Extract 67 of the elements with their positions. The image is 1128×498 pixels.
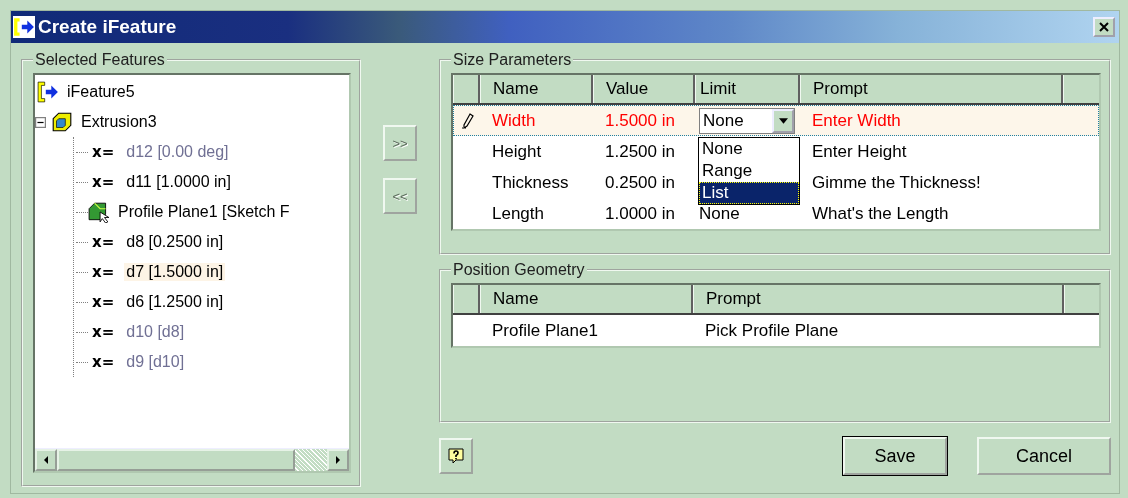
column-header[interactable]: Prompt: [693, 285, 1064, 313]
table-cell-text: 1.0000 in: [604, 202, 676, 225]
variable-icon: x=: [92, 143, 115, 161]
ifeature-icon: [13, 16, 35, 38]
column-header[interactable]: Prompt: [800, 75, 1063, 103]
left-arrow-icon: [42, 456, 50, 464]
scroll-thumb[interactable]: [57, 449, 295, 471]
column-header[interactable]: Value: [593, 75, 695, 103]
move-button[interactable]: <<: [383, 178, 417, 214]
close-icon: [1099, 22, 1109, 32]
dropdown-option[interactable]: List: [699, 182, 799, 204]
cancel-button[interactable]: Cancel: [977, 437, 1111, 475]
table-cell-text: Enter Height: [811, 140, 908, 163]
scroll-right-button[interactable]: [327, 449, 349, 471]
variable-icon: x=: [92, 293, 115, 311]
group-title: Position Geometry: [452, 261, 586, 279]
save-button[interactable]: Save: [843, 437, 947, 475]
tree-item[interactable]: d12 [0.00 deg]: [124, 143, 231, 161]
tree-item[interactable]: d10 [d8]: [124, 323, 187, 341]
help-icon: [448, 448, 464, 464]
table-cell-text: Height: [491, 140, 543, 163]
tree-item[interactable]: d8 [0.2500 in]: [124, 233, 226, 251]
move-button[interactable]: >>: [383, 125, 417, 161]
limit-dropdown[interactable]: None: [699, 107, 795, 134]
variable-icon: x=: [92, 323, 115, 341]
tree-item[interactable]: d6 [1.2500 in]: [124, 293, 226, 311]
horizontal-scrollbar[interactable]: [35, 448, 349, 471]
group-title: Size Parameters: [452, 51, 573, 69]
tree-item[interactable]: d11 [1.0000 in]: [124, 173, 233, 191]
table-cell-text: What's the Length: [811, 202, 950, 225]
cube-cursor-icon: [88, 201, 110, 223]
table-cell-text: Pick Profile Plane: [704, 319, 840, 342]
table-cell-text: 1.5000 in: [604, 109, 676, 132]
column-header[interactable]: Name: [480, 285, 693, 313]
dropdown-option[interactable]: None: [699, 138, 799, 160]
table-cell-text: Length: [491, 202, 545, 225]
tree-item[interactable]: d7 [1.5000 in]: [124, 263, 226, 281]
tree-item[interactable]: Profile Plane1 [Sketch F: [116, 203, 292, 221]
tree-item[interactable]: Extrusion3: [79, 113, 159, 131]
group-title: Selected Features: [34, 51, 166, 69]
right-arrow-icon: [334, 456, 342, 464]
close-button[interactable]: [1093, 17, 1115, 37]
table-cell-text: Enter Width: [811, 109, 902, 132]
tree-item[interactable]: iFeature5: [65, 83, 137, 101]
table-cell: None: [699, 203, 740, 224]
column-header[interactable]: Name: [480, 75, 593, 103]
variable-icon: x=: [92, 173, 115, 191]
scroll-left-button[interactable]: [35, 449, 57, 471]
box-icon: [51, 111, 73, 133]
table-cell-text: 1.2500 in: [604, 140, 676, 163]
column-header[interactable]: Limit: [695, 75, 800, 103]
ifeature-icon: [37, 81, 59, 103]
variable-icon: x=: [92, 233, 115, 251]
variable-icon: x=: [92, 353, 115, 371]
collapse-icon[interactable]: [35, 116, 46, 128]
table-cell-text: 0.2500 in: [604, 171, 676, 194]
pencil-icon: [461, 112, 475, 129]
variable-icon: x=: [92, 263, 115, 281]
table-cell-text: Width: [491, 109, 537, 132]
table-cell-text: Gimme the Thickness!: [811, 171, 982, 194]
help-button[interactable]: [439, 438, 473, 474]
table-cell-text: Profile Plane1: [491, 319, 599, 342]
tree-item[interactable]: d9 [d10]: [124, 353, 187, 371]
dropdown-option[interactable]: Range: [699, 160, 799, 182]
window-title: Create iFeature: [38, 16, 177, 38]
table-cell-text: Thickness: [491, 171, 570, 194]
dropdown-arrow-icon: [778, 117, 788, 124]
